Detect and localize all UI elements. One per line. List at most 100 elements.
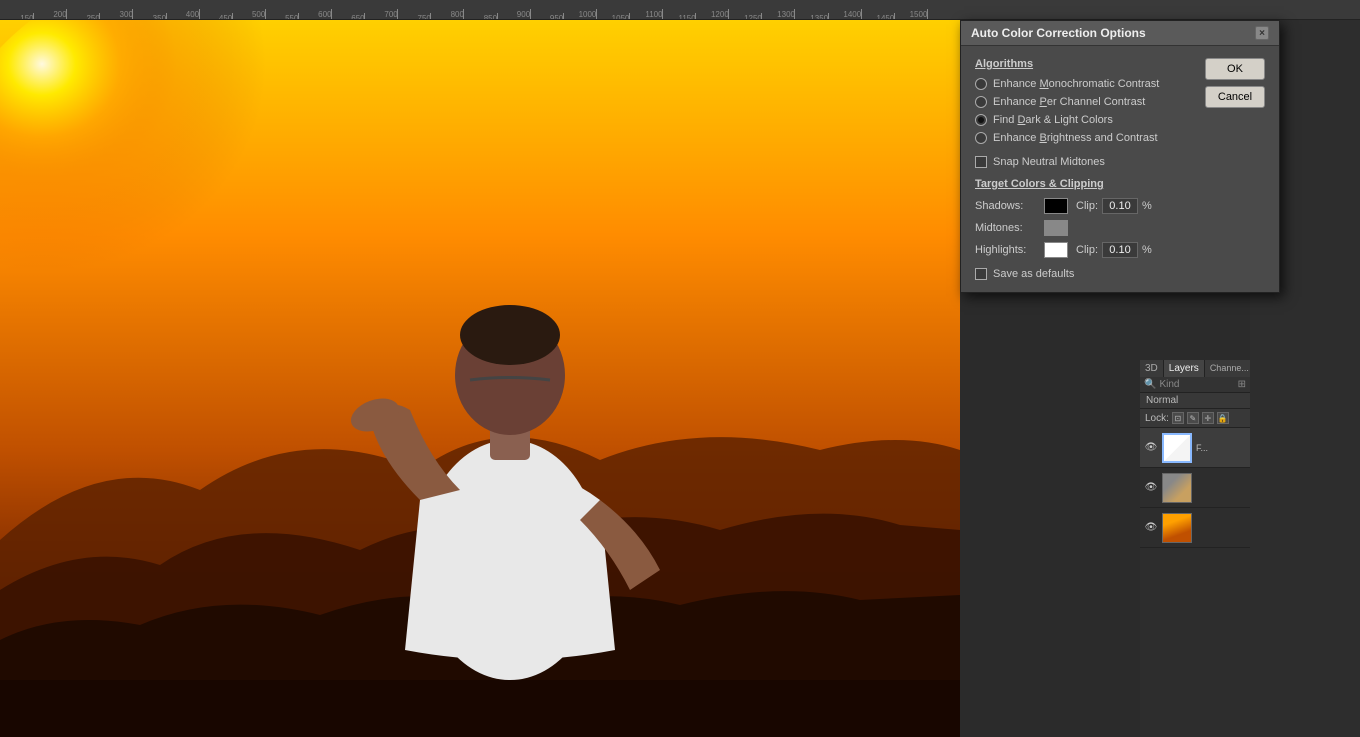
layers-icon-grid: ⊞ bbox=[1238, 379, 1246, 390]
layer-eye-1[interactable]: 👁 bbox=[1144, 441, 1158, 455]
radio-circle-per-channel bbox=[975, 96, 987, 108]
layer-name-1: F... bbox=[1196, 443, 1246, 453]
layers-search-bar: 🔍 Kind ⊞ bbox=[1140, 377, 1250, 393]
ruler-mark-600: 600 bbox=[331, 9, 332, 19]
ruler-mark-200: 200 bbox=[66, 9, 67, 19]
dialog-body: Algorithms Enhance Monochromatic Contras… bbox=[961, 46, 1279, 292]
midtones-row: Midtones: bbox=[975, 220, 1197, 236]
lock-bar: Lock: ⊡ ✎ ✛ 🔒 bbox=[1140, 409, 1250, 428]
tab-channels[interactable]: Channe... bbox=[1205, 360, 1255, 377]
shadows-clip-input[interactable] bbox=[1102, 198, 1138, 214]
radio-mono[interactable]: Enhance Monochromatic Contrast bbox=[975, 78, 1197, 90]
lock-all-icon[interactable]: 🔒 bbox=[1217, 412, 1229, 424]
shadows-label: Shadows: bbox=[975, 200, 1040, 212]
radio-label-brightness: Enhance Brightness and Contrast bbox=[993, 132, 1158, 144]
highlights-clip-label: Clip: bbox=[1076, 244, 1098, 256]
radio-circle-mono bbox=[975, 78, 987, 90]
ruler-mark-400: 400 bbox=[199, 9, 200, 19]
ruler-mark-1250: 1250 bbox=[761, 13, 762, 19]
ruler-mark-500: 500 bbox=[265, 9, 266, 19]
highlights-clip-input[interactable] bbox=[1102, 242, 1138, 258]
radio-circle-brightness bbox=[975, 132, 987, 144]
canvas-area bbox=[0, 20, 960, 737]
layers-panel: 3D Layers Channe... 🔍 Kind ⊞ Normal Lock… bbox=[1140, 360, 1250, 737]
ruler-mark-800: 800 bbox=[463, 9, 464, 19]
ruler-mark-1450: 1450 bbox=[894, 13, 895, 19]
algorithms-label: Algorithms bbox=[975, 58, 1197, 70]
kind-label: Kind bbox=[1159, 379, 1179, 390]
dialog-close-button[interactable]: × bbox=[1255, 26, 1269, 40]
ruler-mark-1400: 1400 bbox=[861, 9, 862, 19]
radio-label-mono: Enhance Monochromatic Contrast bbox=[993, 78, 1159, 90]
snap-checkbox[interactable] bbox=[975, 156, 987, 168]
tab-3d[interactable]: 3D bbox=[1140, 360, 1164, 377]
highlights-label: Highlights: bbox=[975, 244, 1040, 256]
tab-layers[interactable]: Layers bbox=[1164, 360, 1205, 377]
radio-group-algorithms: Enhance Monochromatic Contrast Enhance P… bbox=[975, 78, 1197, 144]
ruler-marks: 1502002503003504004505005506006507007508… bbox=[0, 0, 1360, 19]
ruler-mark-1150: 1150 bbox=[695, 13, 696, 19]
blend-mode[interactable]: Normal bbox=[1140, 393, 1250, 409]
ruler-top: 1502002503003504004505005506006507007508… bbox=[0, 0, 1360, 20]
highlights-color-swatch[interactable] bbox=[1044, 242, 1068, 258]
layer-eye-2[interactable]: 👁 bbox=[1144, 481, 1158, 495]
layer-thumb-1 bbox=[1162, 433, 1192, 463]
lock-move-icon[interactable]: ✛ bbox=[1202, 412, 1214, 424]
ok-button[interactable]: OK bbox=[1205, 58, 1265, 80]
ruler-mark-250: 250 bbox=[99, 13, 100, 19]
layer-eye-3[interactable]: 👁 bbox=[1144, 521, 1158, 535]
ruler-mark-350: 350 bbox=[166, 13, 167, 19]
ruler-mark-1500: 1500 bbox=[927, 9, 928, 19]
shadows-clip-label: Clip: bbox=[1076, 200, 1098, 212]
ruler-mark-150: 150 bbox=[33, 13, 34, 19]
ruler-mark-700: 700 bbox=[397, 9, 398, 19]
highlights-percent: % bbox=[1142, 244, 1152, 256]
midtones-color-swatch[interactable] bbox=[1044, 220, 1068, 236]
radio-label-dark-light: Find Dark & Light Colors bbox=[993, 114, 1113, 126]
auto-color-dialog: Auto Color Correction Options × Algorith… bbox=[960, 20, 1280, 293]
highlights-row: Highlights: Clip: % bbox=[975, 242, 1197, 258]
dialog-buttons: OK Cancel bbox=[1205, 58, 1265, 280]
midtones-label: Midtones: bbox=[975, 222, 1040, 234]
radio-label-per-channel: Enhance Per Channel Contrast bbox=[993, 96, 1145, 108]
ruler-mark-850: 850 bbox=[497, 13, 498, 19]
ruler-mark-1300: 1300 bbox=[794, 9, 795, 19]
save-defaults-row: Save as defaults bbox=[975, 268, 1197, 280]
layer-item-2[interactable]: 👁 bbox=[1140, 468, 1250, 508]
shadows-percent: % bbox=[1142, 200, 1152, 212]
layer-item-3[interactable]: 👁 bbox=[1140, 508, 1250, 548]
snap-row: Snap Neutral Midtones bbox=[975, 156, 1197, 168]
ruler-mark-950: 950 bbox=[563, 13, 564, 19]
lock-position-icon[interactable]: ⊡ bbox=[1172, 412, 1184, 424]
ruler-mark-1200: 1200 bbox=[728, 9, 729, 19]
ruler-mark-1100: 1100 bbox=[662, 9, 663, 19]
radio-per-channel[interactable]: Enhance Per Channel Contrast bbox=[975, 96, 1197, 108]
ruler-mark-300: 300 bbox=[132, 9, 133, 19]
ruler-mark-1050: 1050 bbox=[629, 13, 630, 19]
ruler-mark-750: 750 bbox=[430, 13, 431, 19]
layers-tabs: 3D Layers Channe... bbox=[1140, 360, 1250, 377]
radio-circle-dark-light bbox=[975, 114, 987, 126]
dialog-title: Auto Color Correction Options bbox=[971, 26, 1146, 40]
snap-label: Snap Neutral Midtones bbox=[993, 156, 1105, 168]
ruler-mark-450: 450 bbox=[232, 13, 233, 19]
ruler-mark-650: 650 bbox=[364, 13, 365, 19]
radio-dark-light[interactable]: Find Dark & Light Colors bbox=[975, 114, 1197, 126]
ruler-mark-1350: 1350 bbox=[828, 13, 829, 19]
save-defaults-checkbox[interactable] bbox=[975, 268, 987, 280]
lock-brush-icon[interactable]: ✎ bbox=[1187, 412, 1199, 424]
dialog-main: Algorithms Enhance Monochromatic Contras… bbox=[975, 58, 1197, 280]
shadows-row: Shadows: Clip: % bbox=[975, 198, 1197, 214]
lock-label: Lock: bbox=[1145, 413, 1169, 424]
search-icon: 🔍 bbox=[1144, 379, 1156, 390]
layer-item-1[interactable]: 👁 F... bbox=[1140, 428, 1250, 468]
cancel-button[interactable]: Cancel bbox=[1205, 86, 1265, 108]
ruler-mark-1000: 1000 bbox=[596, 9, 597, 19]
layer-thumb-3 bbox=[1162, 513, 1192, 543]
shadows-color-swatch[interactable] bbox=[1044, 198, 1068, 214]
radio-brightness[interactable]: Enhance Brightness and Contrast bbox=[975, 132, 1197, 144]
photo-canvas bbox=[0, 20, 960, 737]
save-defaults-label: Save as defaults bbox=[993, 268, 1074, 280]
dialog-titlebar: Auto Color Correction Options × bbox=[961, 21, 1279, 46]
layer-thumb-2 bbox=[1162, 473, 1192, 503]
